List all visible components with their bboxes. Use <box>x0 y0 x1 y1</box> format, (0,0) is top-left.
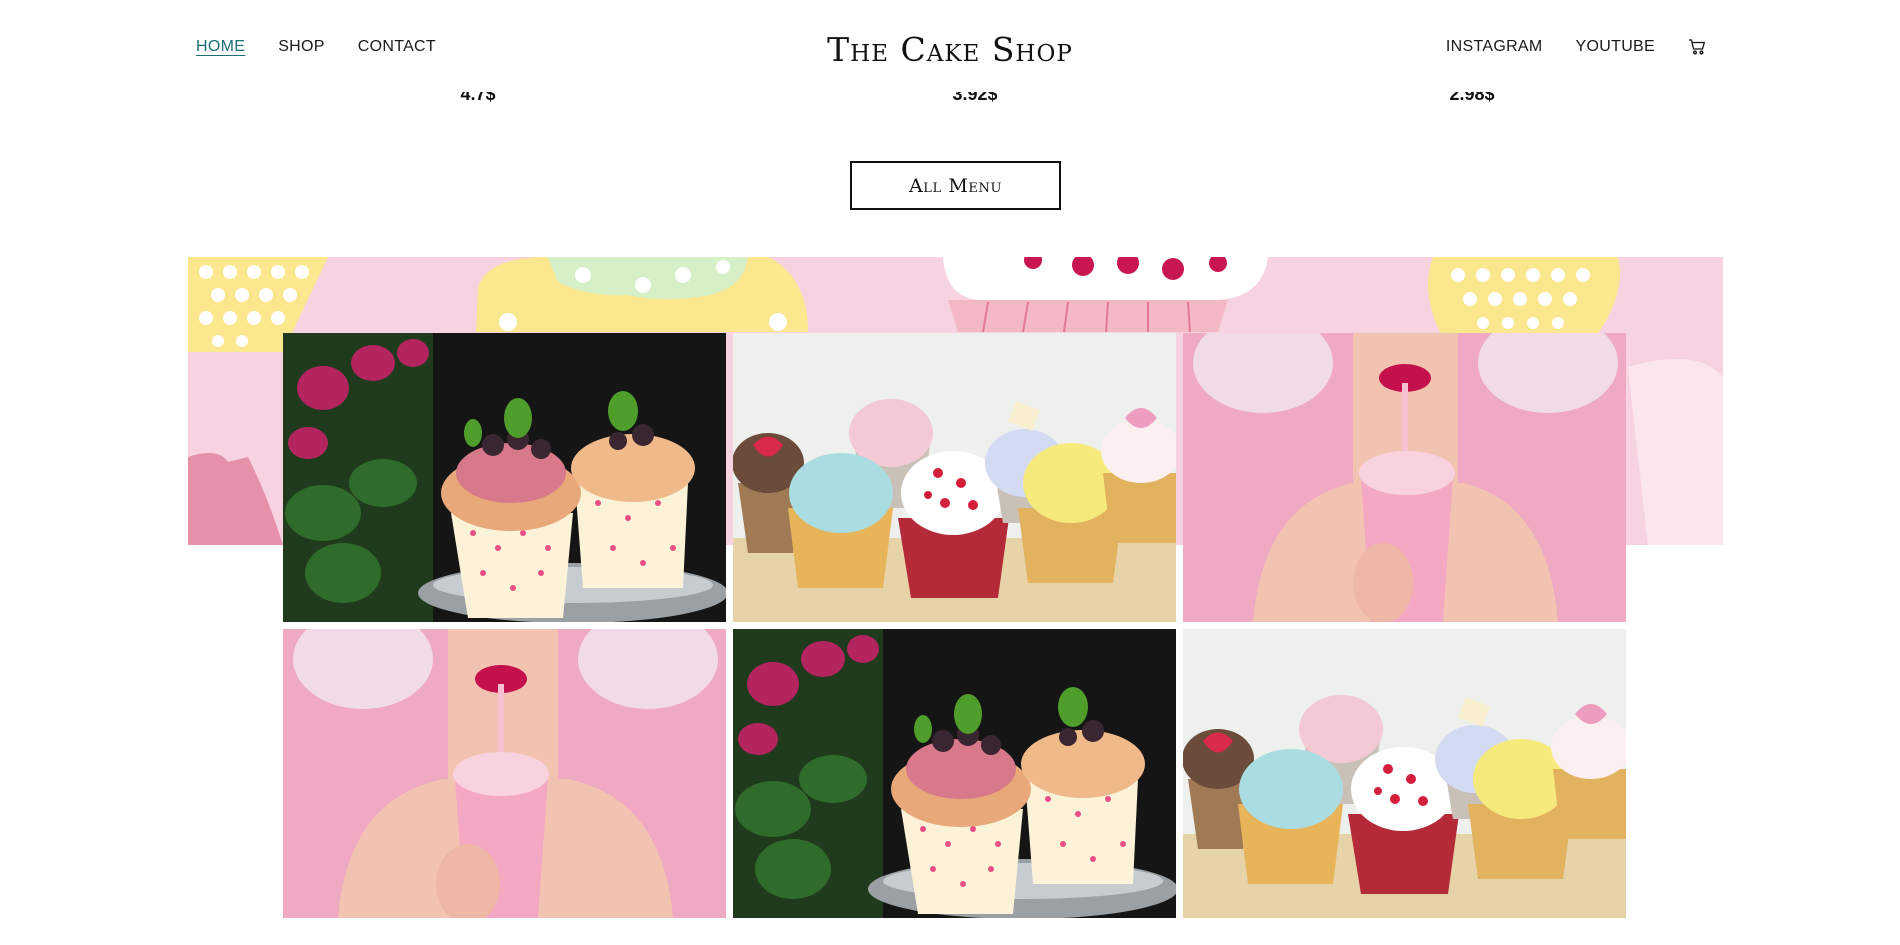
social-nav: INSTAGRAM YOUTUBE <box>1446 38 1706 56</box>
gallery-image-cupcake-lineup[interactable] <box>733 333 1176 622</box>
nav-contact-link[interactable]: CONTACT <box>358 38 436 56</box>
nav-shop-link[interactable]: SHOP <box>278 38 325 56</box>
nav-instagram-link[interactable]: INSTAGRAM <box>1446 38 1543 56</box>
gallery-image-berry-cupcakes[interactable] <box>283 333 726 622</box>
nav-youtube-link[interactable]: YOUTUBE <box>1576 38 1655 56</box>
gallery-image-berry-cupcakes[interactable] <box>733 629 1176 918</box>
brand-logo-text[interactable]: The Cake Shop <box>827 30 1073 69</box>
all-menu-button[interactable]: All Menu <box>850 161 1061 210</box>
gallery-image-milkshake-portrait[interactable] <box>1183 333 1626 622</box>
primary-nav: HOME SHOP CONTACT <box>196 38 436 56</box>
gallery-image-cupcake-lineup[interactable] <box>1183 629 1626 918</box>
nav-home-link[interactable]: HOME <box>196 38 245 56</box>
shopping-cart-icon[interactable] <box>1688 38 1706 56</box>
gallery-image-milkshake-portrait[interactable] <box>283 629 726 918</box>
site-header: HOME SHOP CONTACT The Cake Shop INSTAGRA… <box>0 0 1900 86</box>
